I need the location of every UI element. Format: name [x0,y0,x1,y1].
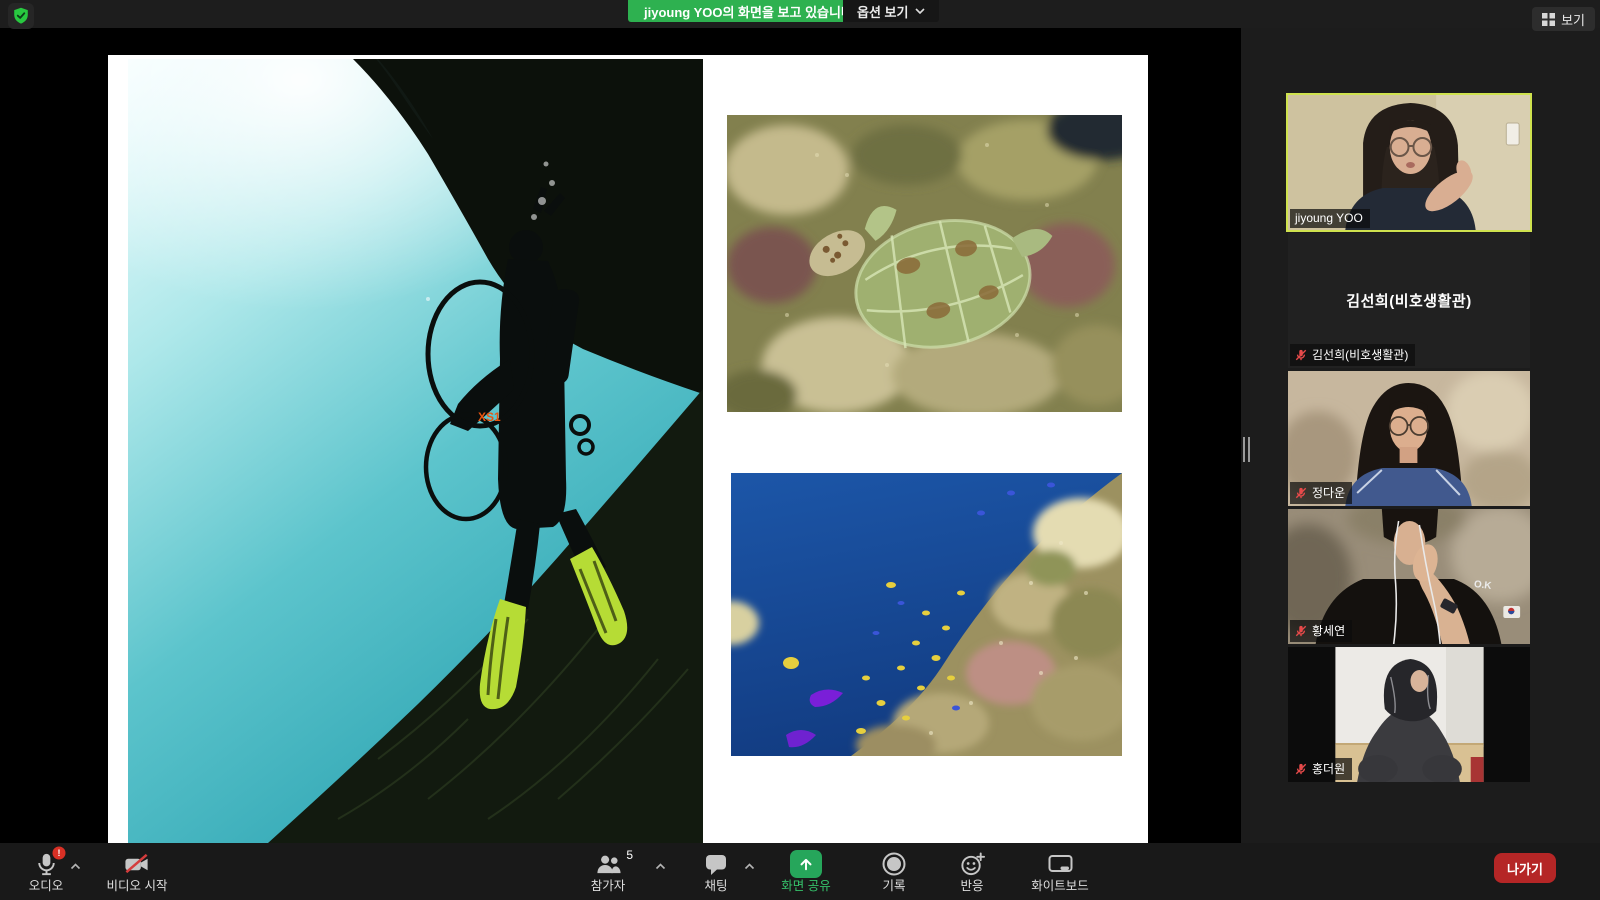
participant-tile-kimsunhee[interactable]: 김선희(비호생활관) 김선희(비호생활관) [1288,233,1530,368]
shield-check-icon [11,6,31,26]
participants-label: 참가자 [591,880,626,893]
chevron-down-icon [915,8,925,14]
participants-button[interactable]: 5 참가자 [568,843,648,900]
panel-resize-handle[interactable] [1243,437,1252,462]
turtle-photo [727,115,1122,412]
muted-mic-icon [1295,763,1307,775]
participant-tile-hongdeowon[interactable]: 홍더원 [1288,647,1530,782]
reactions-label: 반응 [960,880,983,893]
meeting-toolbar: ! 오디오 비디오 시작 5 참가자 [0,843,1600,900]
svg-text:!: ! [57,848,60,858]
tank-label: XS1 [478,410,501,424]
view-button-label: 보기 [1561,10,1585,29]
share-screen-button[interactable]: 화면 공유 [760,843,852,900]
chat-bubble-icon [703,851,729,877]
record-button[interactable]: 기록 [856,843,932,900]
view-button[interactable]: 보기 [1532,7,1595,31]
shared-screen-area: XS1 [0,28,1241,843]
participant-tile-hwangseyeon[interactable]: O.K 황세연 [1288,509,1530,644]
participant-tile-jiyoung-yoo[interactable]: jiyoung YOO [1288,95,1530,230]
participant-tile-jungdawoon[interactable]: 정다운 [1288,371,1530,506]
muted-mic-icon [1295,487,1307,499]
video-label: 비디오 시작 [107,880,168,893]
audio-alert-badge: ! [52,846,66,860]
participant-name-label: jiyoung YOO [1290,209,1370,228]
share-screen-icon [790,850,822,878]
audio-options-chevron[interactable] [70,863,81,870]
screen-share-banner: jiyoung YOO의 화면을 보고 있습니다 [628,0,869,22]
camera-off-icon [123,851,151,878]
diver-photo: XS1 [128,59,703,843]
view-options-label: 옵션 보기 [857,2,908,21]
reef-photo [731,473,1122,756]
chat-button[interactable]: 채팅 [678,843,754,900]
participant-name-label: 정다운 [1290,482,1352,504]
muted-mic-icon [1295,625,1307,637]
security-badge[interactable] [8,3,34,29]
audio-label: 오디오 [29,880,64,893]
participant-name: 김선희(비호생활관) [1312,346,1408,363]
participant-name-label: 김선희(비호생활관) [1290,344,1415,366]
view-options-button[interactable]: 옵션 보기 [843,0,939,22]
whiteboard-button[interactable]: 화이트보드 [1008,843,1112,900]
reactions-smiley-icon [959,851,986,878]
record-icon [881,851,907,877]
share-screen-label: 화면 공유 [781,880,830,893]
record-label: 기록 [882,880,905,893]
muted-mic-icon [1295,349,1307,361]
participant-name: 황세연 [1312,622,1345,639]
top-bar: jiyoung YOO의 화면을 보고 있습니다 옵션 보기 보기 [0,0,1600,28]
audio-button[interactable]: ! 오디오 [5,843,87,900]
chat-label: 채팅 [704,880,727,893]
participants-sidebar: jiyoung YOO 김선희(비호생활관) 김선희(비호생활관) [1241,28,1600,843]
participant-name-label: 홍더원 [1290,758,1352,780]
participant-name: 정다운 [1312,484,1345,501]
whiteboard-label: 화이트보드 [1031,880,1089,893]
participants-options-chevron[interactable] [655,863,666,870]
video-button[interactable]: 비디오 시작 [92,843,182,900]
share-banner-text: jiyoung YOO의 화면을 보고 있습니다 [644,2,853,21]
presentation-slide: XS1 [108,55,1148,843]
reactions-button[interactable]: 반응 [934,843,1010,900]
gallery-grid-icon [1542,13,1555,26]
leave-button[interactable]: 나가기 [1494,853,1556,883]
participant-name: jiyoung YOO [1295,211,1363,225]
chat-options-chevron[interactable] [744,863,755,870]
participants-count: 5 [626,848,633,862]
participant-name: 홍더원 [1312,760,1345,777]
participants-icon [594,851,622,878]
participant-name-label: 황세연 [1290,620,1352,642]
whiteboard-icon [1047,851,1074,877]
shirt-text: O.K [1473,579,1492,592]
